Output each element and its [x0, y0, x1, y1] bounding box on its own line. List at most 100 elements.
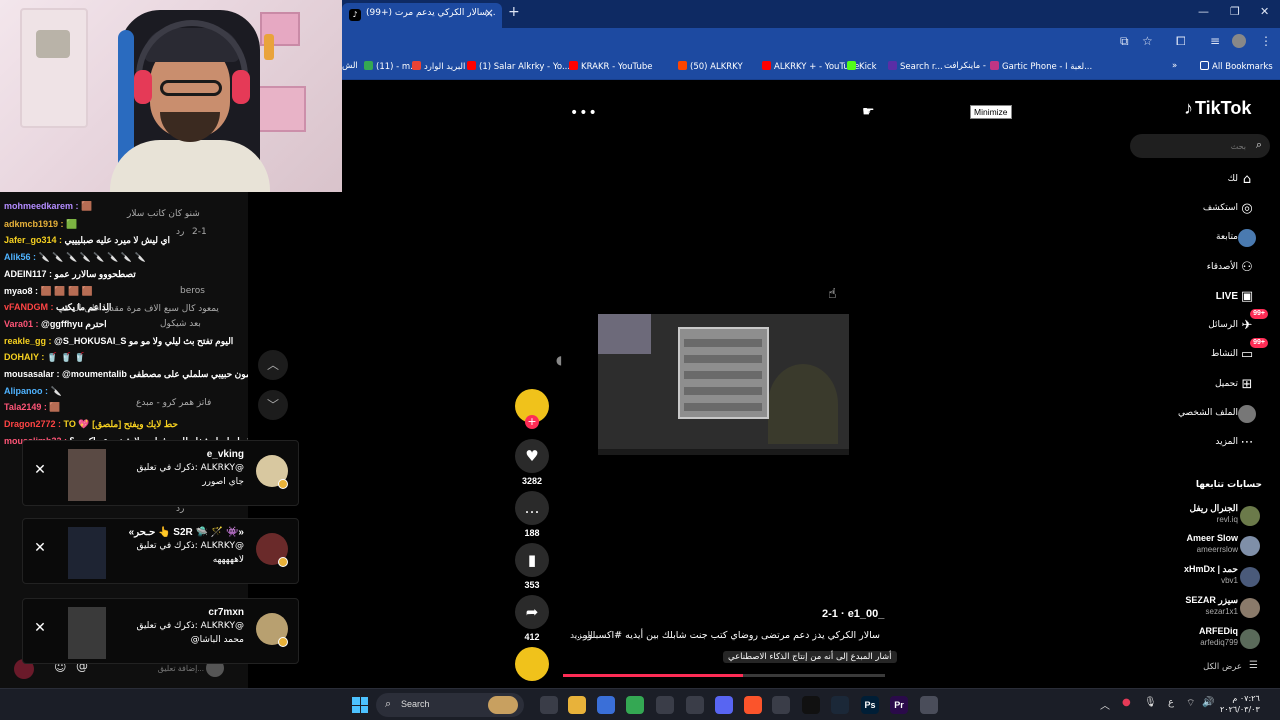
discord-icon[interactable] [715, 696, 733, 714]
avatar [1240, 567, 1260, 587]
store-icon[interactable] [597, 696, 615, 714]
video-thumbnail[interactable] [68, 607, 106, 659]
profile-avatar[interactable] [1232, 34, 1246, 48]
video-player[interactable] [598, 314, 849, 455]
photoshop-icon[interactable]: Ps [861, 696, 879, 714]
followed-account[interactable]: الجنرال ريفل revl.iq [1140, 502, 1270, 532]
taskbar-search[interactable]: ⌕ Search [376, 693, 524, 717]
mention-notification[interactable]: ✕ e_vking ذكرك في تعليق: ALKRKY@ جاي اصو… [22, 440, 299, 506]
more-options-icon[interactable]: ••• [570, 105, 598, 121]
notes-icon[interactable] [772, 696, 790, 714]
wifi-icon[interactable]: ⌔ [1186, 697, 1195, 710]
cast-icon[interactable]: ⧉ [1120, 34, 1129, 49]
bookmark-item[interactable]: (50) ALKRKY [678, 61, 743, 72]
video-thumbnail[interactable] [68, 527, 106, 579]
app-icon[interactable] [920, 696, 938, 714]
bookmark-item[interactable]: البريد الوارد [412, 61, 465, 72]
brave-icon[interactable] [744, 696, 762, 714]
bookmark-item[interactable]: الش [342, 61, 358, 71]
notification-comment: لاهههههه [212, 555, 244, 565]
sound-disc-icon[interactable] [515, 647, 549, 681]
media-icon[interactable]: ≡ [1210, 34, 1220, 48]
followed-account[interactable]: Ameer Slow ameerrslow [1140, 532, 1270, 562]
settings-icon[interactable] [686, 696, 704, 714]
close-tab-icon[interactable]: × [484, 6, 494, 20]
close-icon[interactable]: ✕ [33, 463, 47, 477]
chrome-icon[interactable] [626, 696, 644, 714]
followed-account[interactable]: ARFEDiq arfediq799 [1140, 625, 1270, 655]
capcut-icon[interactable] [802, 696, 820, 714]
nav-upload[interactable]: تحميل ⊞ [1130, 374, 1270, 398]
minimize-icon[interactable]: — [1198, 5, 1209, 18]
close-icon[interactable]: ✕ [33, 621, 47, 635]
like-button[interactable]: ♥ [515, 439, 549, 473]
microphone-icon[interactable]: 🎙 [1144, 697, 1157, 708]
bookmark-item[interactable]: (11) - m... [364, 61, 418, 72]
bookmark-item[interactable]: ALKRKY + - YouTube [762, 61, 859, 72]
bookmark-item[interactable]: Kick [847, 61, 877, 72]
nav-profile[interactable]: الملف الشخصي [1130, 403, 1270, 427]
scroll-up-icon[interactable]: ︿ [258, 350, 288, 380]
nav-explore[interactable]: استكشف ◎ [1130, 198, 1270, 222]
list-icon[interactable]: ☰ [1249, 660, 1258, 671]
prev-arrow-icon[interactable]: ◖ [556, 353, 562, 367]
mention-notification[interactable]: ✕ «حـحر 👆 S2R 🛸 🪄 👾» ذكرك في تعليق: ALKR… [22, 518, 299, 584]
windows-start-icon[interactable] [352, 697, 368, 713]
messages-icon: ✈ [1241, 318, 1253, 333]
nav-friends[interactable]: الأصدقاء ⚇ [1130, 257, 1270, 281]
search-icon[interactable]: ⌕ [1256, 138, 1262, 152]
comment-count: 188 [524, 528, 540, 538]
mention-notification[interactable]: ✕ cr7mxn ذكرك في تعليق: ALKRKY@ @محمد ال… [22, 598, 299, 664]
show-all-link[interactable]: عرض الكل [1203, 662, 1242, 672]
nav-live[interactable]: LIVE ▣ [1130, 286, 1270, 310]
profile-avatar [1238, 405, 1256, 423]
video-progress-bar[interactable] [563, 674, 885, 677]
follow-plus-icon[interactable]: + [525, 415, 539, 429]
language-indicator[interactable]: ع [1168, 697, 1174, 708]
close-icon[interactable]: ✕ [33, 541, 47, 555]
browser-tab[interactable]: ♪ (99+) سالار الكركي يدعم مرت... × [342, 3, 502, 28]
nav-more[interactable]: المزيد ⋯ [1130, 432, 1270, 456]
bookmark-item[interactable]: ماينكرافت - [944, 61, 986, 71]
search-input[interactable] [1142, 138, 1246, 154]
nav-activity[interactable]: النشاط ▭ 99+ [1130, 338, 1270, 368]
video-author[interactable]: 2-1 · e1_00_ [822, 608, 884, 620]
star-icon[interactable]: ☆ [1142, 34, 1153, 48]
tiktok-logo[interactable]: ♪ TikTok [1184, 98, 1251, 119]
tray-chevron-icon[interactable]: ︿ [1100, 697, 1110, 712]
new-tab-icon[interactable]: + [508, 4, 520, 20]
clock[interactable]: ٠٧:٢٦ م ٢٠٢٦/٠٣/٠٣ [1220, 693, 1260, 715]
file-explorer-icon[interactable] [568, 696, 586, 714]
bookmark-button[interactable]: ▮ [515, 543, 549, 577]
nav-for-you[interactable]: لك ⌂ [1130, 169, 1270, 193]
extensions-icon[interactable]: ⧠ [1176, 34, 1186, 49]
close-window-icon[interactable]: ✕ [1260, 5, 1269, 18]
activity-icon: ▭ [1240, 347, 1254, 362]
followed-account[interactable]: SEZAR سيزر sezar1x1 [1140, 594, 1270, 624]
restore-icon[interactable]: ❐ [1230, 5, 1240, 18]
gmail-icon [412, 61, 421, 70]
bookmark-item[interactable]: KRAKR - YouTube [569, 61, 652, 72]
chevron-right-icon[interactable]: » [1172, 61, 1177, 71]
share-button[interactable]: ➦ [515, 595, 549, 629]
nav-messages[interactable]: الرسائل ✈ 99+ [1130, 309, 1270, 339]
premiere-icon[interactable]: Pr [890, 696, 908, 714]
bg-comment: بعد شيكول [160, 319, 201, 329]
nav-following[interactable]: متابعة [1130, 227, 1270, 251]
obs-icon[interactable] [656, 696, 674, 714]
bg-comment: رد [176, 227, 185, 237]
comment-button[interactable]: … [515, 491, 549, 525]
video-thumbnail[interactable] [68, 449, 106, 501]
scroll-down-icon[interactable]: ﹀ [258, 390, 288, 420]
volume-icon[interactable]: 🔊 [1202, 697, 1214, 708]
followed-account[interactable]: xHmDx | حمد vbv1 [1140, 563, 1270, 593]
bookmark-item[interactable]: Gartic Phone - لعبة ا... [990, 61, 1092, 72]
task-view-icon[interactable] [540, 696, 558, 714]
menu-dots-icon[interactable]: ⋮ [1260, 34, 1272, 48]
tray-app-icon[interactable]: ● [1122, 697, 1131, 708]
bookmark-item[interactable]: (1) Salar Alkrky - Yo... [467, 61, 570, 72]
all-bookmarks[interactable]: All Bookmarks [1200, 61, 1273, 72]
bookmark-item[interactable]: Search r... [888, 61, 943, 72]
more-link[interactable]: المزيد [570, 631, 593, 641]
steam-icon[interactable] [831, 696, 849, 714]
